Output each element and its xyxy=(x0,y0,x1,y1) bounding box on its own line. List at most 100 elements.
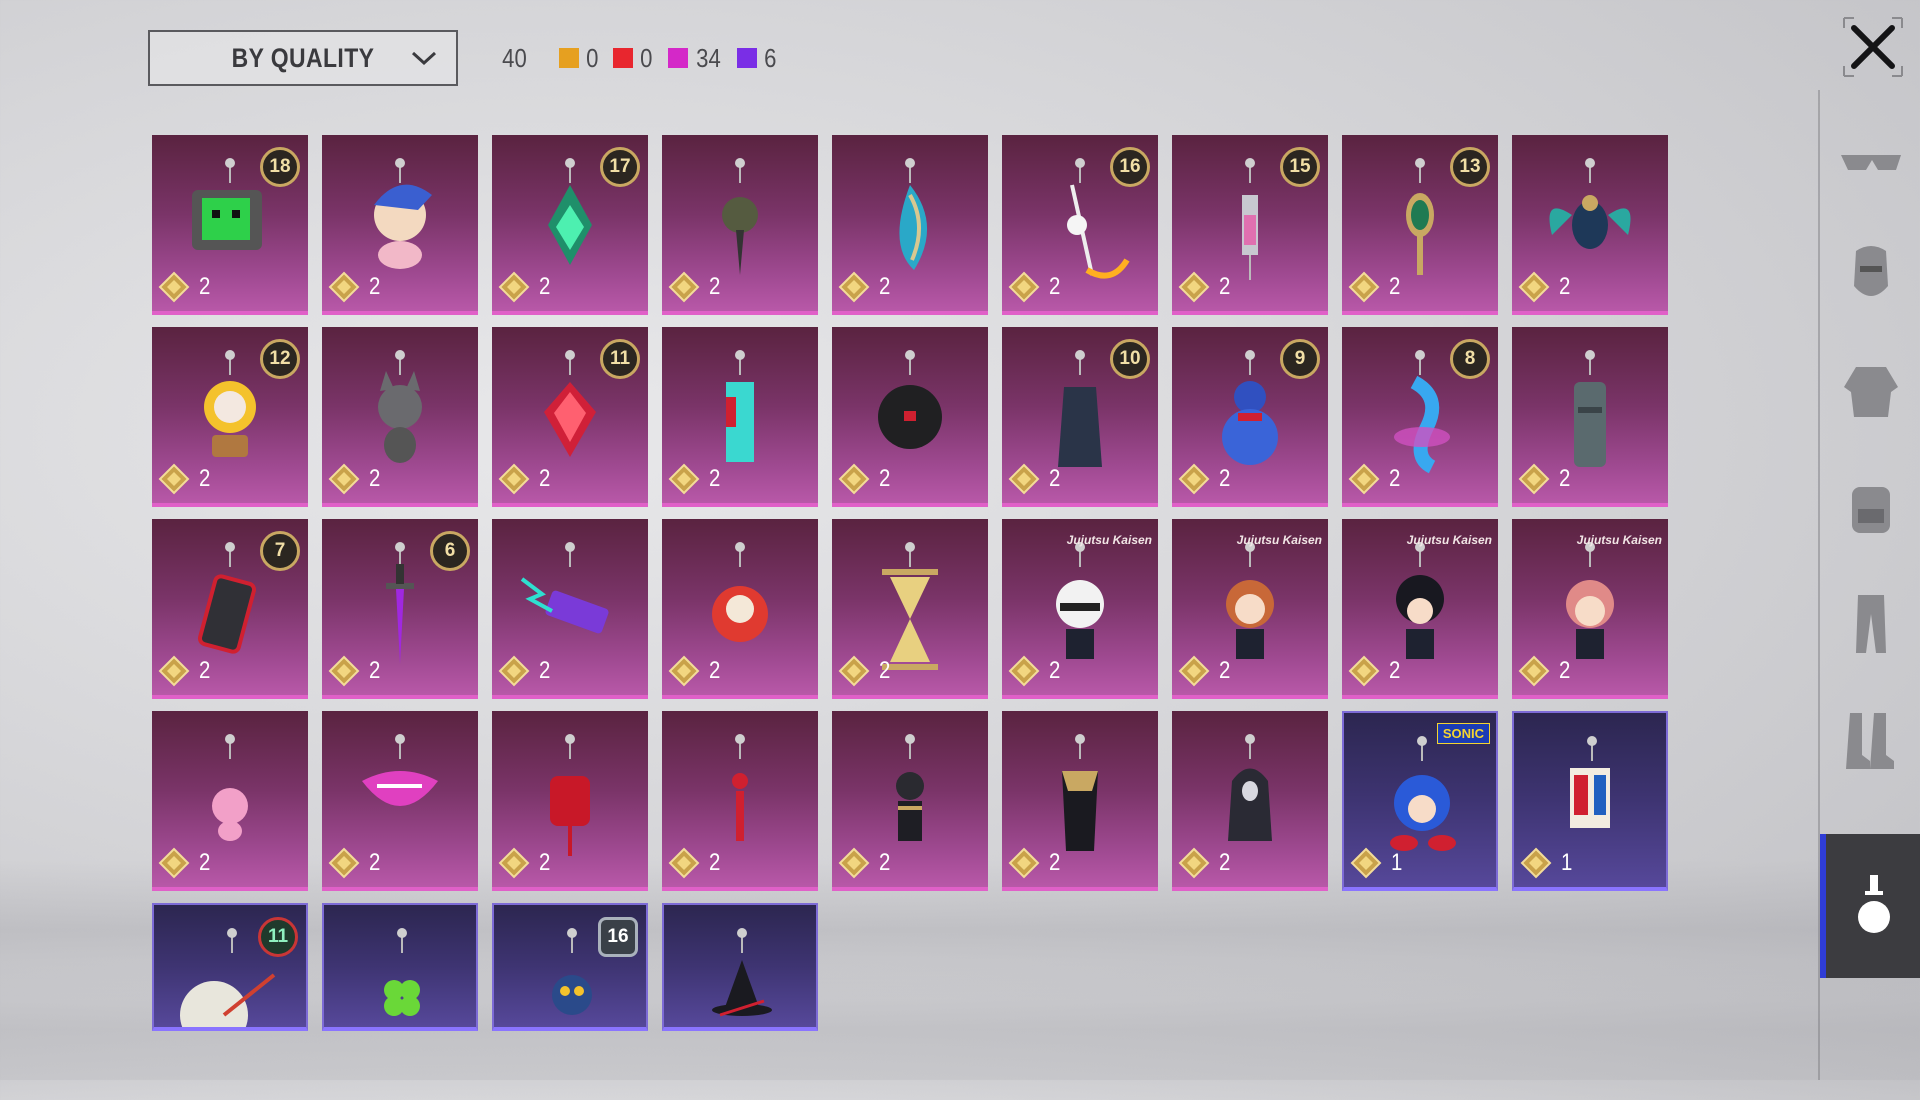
item-white-fan[interactable]: 11 xyxy=(152,903,308,1031)
item-red-phone[interactable]: 72 xyxy=(152,519,308,699)
brand-logo: Jujutsu Kaisen xyxy=(1406,533,1492,547)
fragment-currency-icon xyxy=(1348,271,1380,303)
item-energy-battery[interactable]: 2 xyxy=(492,519,648,699)
item-black-warrior[interactable]: 2 xyxy=(832,711,988,891)
fragment-currency-icon xyxy=(1008,847,1040,879)
level-badge: 12 xyxy=(260,339,300,379)
fragment-currency-icon xyxy=(838,847,870,879)
item-cost: 2 xyxy=(1178,271,1231,303)
item-cost: 2 xyxy=(1518,655,1571,687)
item-cost: 2 xyxy=(328,463,381,495)
fragment-currency-icon xyxy=(1178,463,1210,495)
fragment-currency-icon xyxy=(1008,655,1040,687)
item-dark-pendant[interactable]: 2 xyxy=(662,135,818,315)
fragment-currency-icon xyxy=(1350,847,1382,879)
level-badge: 18 xyxy=(260,147,300,187)
sort-dropdown[interactable]: BY QUALITY xyxy=(148,30,458,86)
item-red-gem[interactable]: 11 2 xyxy=(492,327,648,507)
item-blue-gourd[interactable]: 92 xyxy=(1172,327,1328,507)
item-daruma[interactable]: 2 xyxy=(662,519,818,699)
tab-pendant[interactable] xyxy=(1820,834,1920,978)
item-gray-cat[interactable]: 2 xyxy=(322,327,478,507)
item-scroll-runner[interactable]: 1 xyxy=(1512,711,1668,891)
item-jjk-orange-hair[interactable]: Jujutsu Kaisen 2 xyxy=(1172,519,1328,699)
item-green-clover[interactable] xyxy=(322,903,478,1031)
count-value: 0 xyxy=(640,42,653,73)
total-count: 40 xyxy=(502,42,527,73)
item-cost: 2 xyxy=(498,271,551,303)
item-cost: 2 xyxy=(1518,463,1571,495)
item-hooded-reaper[interactable]: 2 xyxy=(1172,711,1328,891)
cost-value: 2 xyxy=(539,657,551,684)
close-icon[interactable] xyxy=(1840,14,1906,80)
tab-shoes[interactable] xyxy=(1820,670,1920,810)
fragment-currency-icon xyxy=(838,655,870,687)
item-pink-pig[interactable]: 2 xyxy=(152,711,308,891)
item-sonic[interactable]: SONIC 1 xyxy=(1342,711,1498,891)
cost-value: 2 xyxy=(1389,465,1401,492)
fragment-currency-icon xyxy=(1518,271,1550,303)
item-owl-knight[interactable]: 16 xyxy=(492,903,648,1031)
item-jjk-pink-hair[interactable]: Jujutsu Kaisen 2 xyxy=(1512,519,1668,699)
fragment-currency-icon xyxy=(328,655,360,687)
item-hourglass[interactable]: 2 xyxy=(832,519,988,699)
item-red-tassel[interactable]: 2 xyxy=(662,711,818,891)
item-dark-cloak[interactable]: 10 2 xyxy=(1002,327,1158,507)
cost-value: 2 xyxy=(709,273,721,300)
cost-value: 2 xyxy=(539,465,551,492)
item-pink-lips[interactable]: 2 xyxy=(322,711,478,891)
level-badge: 16 xyxy=(598,917,638,957)
item-scarab[interactable]: 2 xyxy=(1512,135,1668,315)
fragment-currency-icon xyxy=(1008,271,1040,303)
item-tv-monitor[interactable]: 18 2 xyxy=(152,135,308,315)
item-syringe[interactable]: 15 2 xyxy=(1172,135,1328,315)
cost-value: 2 xyxy=(709,657,721,684)
cost-value: 2 xyxy=(1049,465,1061,492)
item-teal-cloth[interactable]: 2 xyxy=(662,327,818,507)
item-jjk-white-hair[interactable]: Jujutsu Kaisen 2 xyxy=(1002,519,1158,699)
item-green-crystal[interactable]: 17 2 xyxy=(492,135,648,315)
count-value: 0 xyxy=(586,42,599,73)
item-cost: 2 xyxy=(668,463,721,495)
item-gold-anubis[interactable]: 2 xyxy=(1002,711,1158,891)
count-orange: 0 xyxy=(558,42,599,74)
fragment-currency-icon xyxy=(1348,463,1380,495)
item-cost: 2 xyxy=(328,271,381,303)
cost-value: 2 xyxy=(369,273,381,300)
item-seahorse[interactable]: 82 xyxy=(1342,327,1498,507)
fragment-currency-icon xyxy=(498,655,530,687)
fragment-currency-icon xyxy=(1518,655,1550,687)
item-blue-shell[interactable]: 2 xyxy=(832,135,988,315)
cost-value: 2 xyxy=(1559,273,1571,300)
cost-value: 2 xyxy=(1219,465,1231,492)
level-badge: 13 xyxy=(1450,147,1490,187)
item-jjk-black-hair[interactable]: Jujutsu Kaisen 2 xyxy=(1342,519,1498,699)
item-cost: 2 xyxy=(668,271,721,303)
item-moai[interactable]: 2 xyxy=(1512,327,1668,507)
item-cost: 2 xyxy=(1008,463,1061,495)
level-badge: 11 xyxy=(600,339,640,379)
count-red: 0 xyxy=(613,43,653,74)
item-blonde-plush[interactable]: 2 xyxy=(322,135,478,315)
item-cost: 2 xyxy=(1348,655,1401,687)
item-cost: 2 xyxy=(158,847,211,879)
fragment-currency-icon xyxy=(838,271,870,303)
item-cost: 2 xyxy=(498,463,551,495)
item-red-lantern[interactable]: 2 xyxy=(492,711,648,891)
cost-value: 2 xyxy=(879,465,891,492)
item-cost: 1 xyxy=(1350,847,1403,879)
item-cost: 2 xyxy=(158,271,211,303)
boots-icon xyxy=(1846,713,1894,769)
category-sidebar xyxy=(1818,90,1920,1080)
pendant-icon xyxy=(1858,875,1890,933)
item-witch-hat[interactable] xyxy=(662,903,818,1031)
fragment-currency-icon xyxy=(838,463,870,495)
item-cat-scythe[interactable]: 16 2 xyxy=(1002,135,1158,315)
item-sunflower[interactable]: 12 2 xyxy=(152,327,308,507)
item-black-orb[interactable]: 2 xyxy=(832,327,988,507)
fragment-currency-icon xyxy=(158,655,190,687)
cost-value: 2 xyxy=(539,849,551,876)
item-purple-dagger[interactable]: 62 xyxy=(322,519,478,699)
purple-swatch xyxy=(736,48,757,68)
item-bunny-mirror[interactable]: 13 2 xyxy=(1342,135,1498,315)
